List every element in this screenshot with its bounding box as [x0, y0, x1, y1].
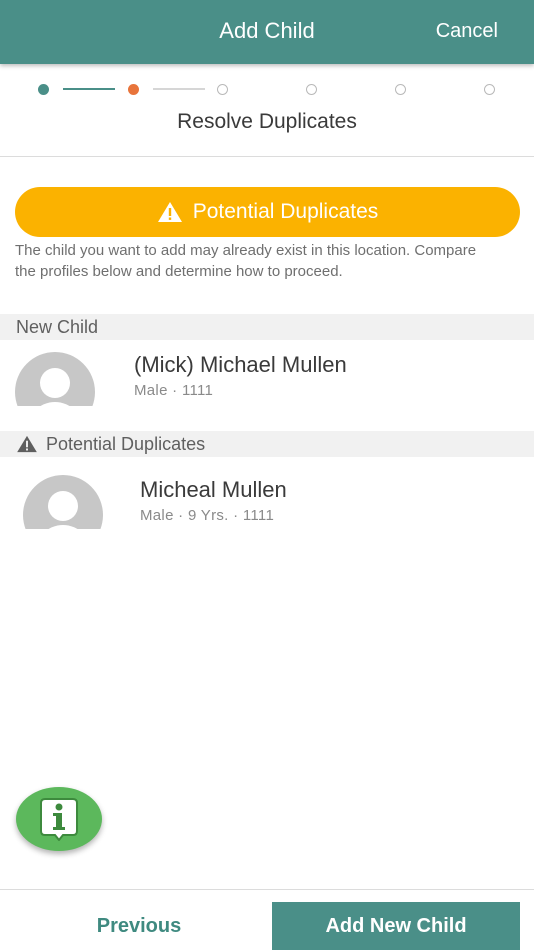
step-connector-2 — [153, 88, 205, 90]
new-child-meta: Male · 1111 — [134, 382, 214, 399]
step-3-dot — [217, 84, 228, 95]
progress-stepper — [0, 80, 534, 98]
new-child-name: (Mick) Michael Mullen — [134, 352, 347, 377]
duplicate-child-meta: Male · 9 Yrs. · 1111 — [140, 507, 275, 524]
step-4-dot — [306, 84, 317, 95]
footer-divider — [0, 889, 534, 890]
duplicate-description: The child you want to add may already ex… — [15, 242, 477, 280]
avatar[interactable] — [23, 475, 103, 529]
section-label: New Child — [16, 316, 99, 337]
previous-button[interactable]: Previous — [20, 902, 258, 950]
step-5-dot — [395, 84, 406, 95]
avatar-placeholder-icon — [23, 475, 103, 529]
info-button[interactable] — [16, 787, 102, 851]
step-connector-1 — [63, 88, 115, 90]
app-header: Add Child Cancel — [0, 0, 534, 64]
banner-label: Potential Duplicates — [192, 200, 379, 223]
step-6-dot — [484, 84, 495, 95]
potential-duplicates-banner: Potential Duplicates — [15, 187, 520, 237]
new-child-section-header: New Child — [0, 314, 534, 340]
avatar-placeholder-icon — [15, 352, 95, 406]
info-icon — [40, 798, 78, 841]
page-title: Resolve Duplicates — [177, 110, 357, 133]
warning-triangle-icon — [17, 435, 37, 453]
duplicates-section-header: Potential Duplicates — [0, 431, 534, 457]
avatar — [15, 352, 95, 406]
warning-triangle-icon — [157, 202, 182, 222]
cancel-button[interactable]: Cancel — [436, 20, 498, 43]
add-new-child-button[interactable]: Add New Child — [272, 902, 520, 950]
step-1-dot — [38, 84, 49, 95]
section-label: Potential Duplicates — [46, 433, 206, 454]
duplicate-child-name[interactable]: Micheal Mullen — [140, 477, 287, 503]
header-divider — [0, 156, 534, 157]
step-2-dot — [128, 84, 139, 95]
